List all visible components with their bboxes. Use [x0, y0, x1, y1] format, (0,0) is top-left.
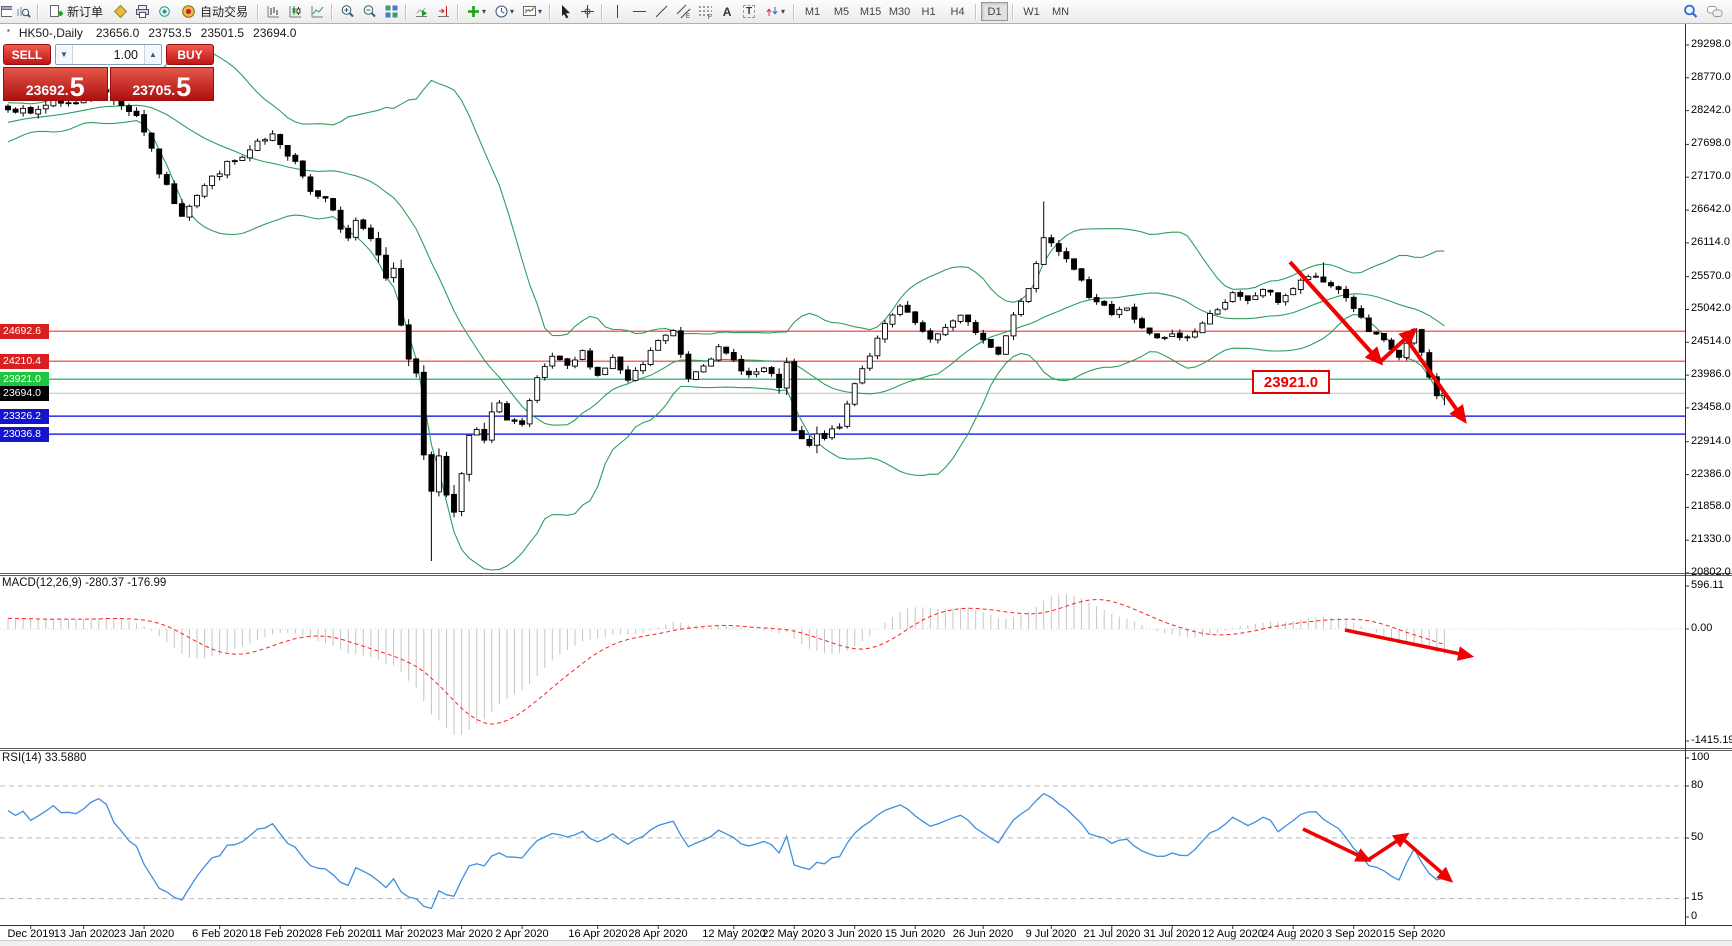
one-click-trading-panel: SELL ▼ 1.00 ▲ BUY 23692. 5 23705. 5 [3, 44, 214, 101]
toolbar-separator [457, 3, 460, 20]
volume-stepper[interactable]: ▼ 1.00 ▲ [55, 44, 162, 65]
auto-scroll-icon[interactable] [410, 2, 432, 21]
ohlc-low: 23501.5 [200, 26, 245, 40]
toolbar-separator [975, 3, 978, 20]
signal-icon[interactable] [153, 2, 175, 21]
chevron-down-icon: ▾ [510, 7, 515, 16]
buy-price-main: 23705. [132, 82, 176, 98]
ohlc-high: 23753.5 [148, 26, 192, 40]
toolbar-right-icons [1680, 2, 1728, 21]
toolbar-separator [257, 3, 260, 20]
window-icon[interactable] [0, 2, 12, 21]
chevron-down-icon: ▾ [538, 7, 543, 16]
buy-button[interactable]: BUY [166, 44, 214, 65]
equidistant-channel-icon[interactable]: E [672, 2, 694, 21]
buy-price-pip: 5 [176, 72, 192, 102]
zoom-out-icon[interactable] [358, 2, 380, 21]
autotrade-button[interactable]: 自动交易 [175, 2, 254, 21]
window-bottom-strip [0, 940, 1732, 946]
autotrade-icon [182, 5, 195, 18]
trendline-icon[interactable] [650, 2, 672, 21]
indicators-icon[interactable]: ▾ [462, 2, 490, 21]
chart-header: ▪ HK50-,Daily 23656.0 23753.5 23501.5 23… [7, 26, 296, 40]
fibonacci-icon[interactable]: F [694, 2, 716, 21]
timeframe-button-d1[interactable]: D1 [981, 2, 1009, 21]
toolbar-separator [37, 3, 39, 20]
sell-price-pip: 5 [69, 72, 85, 102]
search-icon[interactable] [1680, 2, 1702, 21]
timeframe-button-h4[interactable]: H4 [944, 2, 971, 21]
price-annotation-box: 23921.0 [1252, 370, 1330, 394]
toolbar-separator [1012, 3, 1015, 20]
chevron-down-icon: ▾ [482, 7, 487, 16]
cursor-icon[interactable] [554, 2, 576, 21]
toolbar-separator [793, 3, 796, 20]
tile-windows-icon[interactable] [380, 2, 402, 21]
new-order-icon [50, 5, 63, 17]
timeframe-button-m15[interactable]: M15 [857, 2, 884, 21]
chart-search-icon[interactable] [12, 2, 34, 21]
timeframe-button-m1[interactable]: M1 [799, 2, 826, 21]
expert-diamond-icon[interactable] [109, 2, 131, 21]
trading-terminal: 新订单 自动交易 ▾ ▾ ▾ E F A T ▾ M1 M5 M15 M30 H… [0, 0, 1732, 946]
vertical-line-icon[interactable] [606, 2, 628, 21]
timeframe-button-h1[interactable]: H1 [915, 2, 942, 21]
ohlc-close: 23694.0 [253, 26, 297, 40]
bar-chart-icon[interactable] [262, 2, 284, 21]
toolbar-separator [549, 3, 552, 20]
crosshair-icon[interactable] [576, 2, 598, 21]
svg-text:E: E [686, 14, 690, 19]
horizontal-line-icon[interactable] [628, 2, 650, 21]
volume-increment-button[interactable]: ▲ [144, 45, 161, 64]
chevron-down-icon: ▾ [781, 7, 786, 16]
volume-decrement-button[interactable]: ▼ [56, 45, 73, 64]
volume-value[interactable]: 1.00 [73, 45, 144, 64]
toolbar-separator [331, 3, 334, 20]
rsi-label: RSI(14) 33.5880 [2, 752, 87, 764]
ohlc-open: 23656.0 [95, 26, 140, 40]
chat-icon[interactable] [1702, 2, 1728, 21]
symbol-title: HK50-,Daily [18, 26, 83, 40]
timeframe-button-m5[interactable]: M5 [828, 2, 855, 21]
print-icon[interactable] [131, 2, 153, 21]
periods-icon[interactable]: ▾ [490, 2, 518, 21]
template-icon[interactable]: ▾ [518, 2, 546, 21]
toolbar-separator [405, 3, 408, 20]
new-order-button[interactable]: 新订单 [42, 2, 109, 21]
new-order-label: 新订单 [67, 5, 104, 19]
buy-price-quote[interactable]: 23705. 5 [109, 67, 214, 102]
sell-price-main: 23692. [25, 82, 69, 98]
arrows-tool-icon[interactable]: ▾ [760, 2, 790, 21]
timeframe-bar: M1 M5 M15 M30 H1 H4 D1 W1 MN [798, 2, 1075, 21]
sell-price-quote[interactable]: 23692. 5 [3, 67, 108, 101]
autotrade-label: 自动交易 [200, 5, 249, 19]
timeframe-button-mn[interactable]: MN [1047, 2, 1074, 21]
symbol-list-icon: ▪ [7, 26, 10, 35]
line-chart-icon[interactable] [306, 2, 328, 21]
toolbar-separator [601, 3, 604, 20]
sell-button[interactable]: SELL [3, 44, 51, 65]
candlestick-chart-icon[interactable] [284, 2, 306, 21]
timeframe-button-m30[interactable]: M30 [886, 2, 913, 21]
svg-text:F: F [708, 15, 712, 19]
timeframe-button-w1[interactable]: W1 [1018, 2, 1045, 21]
chart-shift-icon[interactable] [432, 2, 454, 21]
zoom-in-icon[interactable] [336, 2, 358, 21]
chart-canvas[interactable] [0, 0, 1732, 946]
toolbar: 新订单 自动交易 ▾ ▾ ▾ E F A T ▾ M1 M5 M15 M30 H… [0, 0, 1732, 24]
text-tool-icon[interactable]: A [716, 2, 738, 21]
macd-label: MACD(12,26,9) -280.37 -176.99 [2, 577, 167, 589]
text-label-tool-icon[interactable]: T [738, 2, 760, 21]
